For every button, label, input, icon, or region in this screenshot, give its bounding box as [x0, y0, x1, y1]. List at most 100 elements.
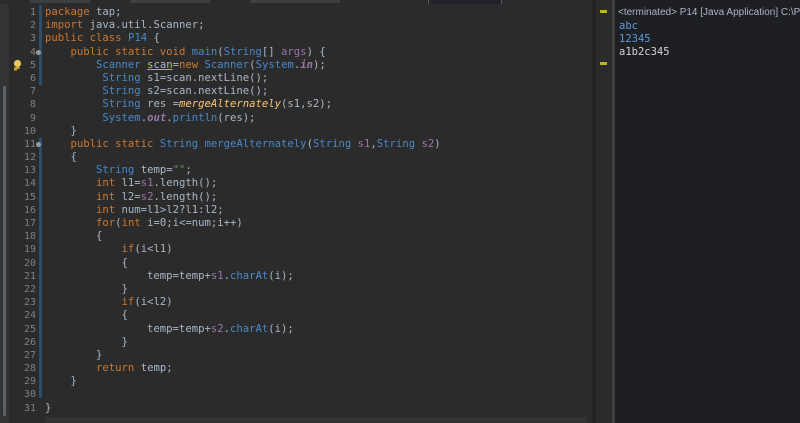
code-text[interactable]: public static String mergeAlternately(St…: [45, 138, 441, 151]
editor-tab[interactable]: [130, 0, 210, 3]
line-number: 4: [29, 46, 36, 58]
line-number: 28: [23, 363, 36, 375]
line-number: 9: [29, 112, 36, 124]
code-line[interactable]: 4 public static void main(String[] args)…: [0, 46, 592, 59]
code-line[interactable]: 14 int l1=s1.length();: [0, 177, 592, 190]
code-text[interactable]: if(i<l2): [45, 296, 173, 309]
code-line[interactable]: 27 }: [0, 349, 592, 362]
code-text[interactable]: public static void main(String[] args) {: [45, 46, 326, 59]
code-text[interactable]: }: [45, 375, 77, 388]
code-line[interactable]: 31}: [0, 402, 592, 415]
console-input-line: 12345: [619, 33, 651, 46]
code-line[interactable]: 24 {: [0, 309, 592, 322]
code-line[interactable]: 7 String s2=scan.nextLine();: [0, 85, 592, 98]
code-text[interactable]: Scanner scan=new Scanner(System.in);: [45, 59, 326, 72]
code-text[interactable]: return temp;: [45, 362, 173, 375]
code-line[interactable]: 9 System.out.println(res);: [0, 112, 592, 125]
line-number: 2: [29, 20, 36, 32]
code-text[interactable]: }: [45, 349, 102, 362]
editor-tab[interactable]: [30, 0, 90, 3]
code-text[interactable]: package tap;: [45, 6, 122, 19]
console-view[interactable]: <terminated> P14 [Java Application] C:\P…: [615, 0, 800, 423]
code-line[interactable]: 29 }: [0, 375, 592, 388]
code-text[interactable]: temp=temp+s2.charAt(i);: [45, 323, 294, 336]
code-line[interactable]: 3 public class P14 {: [0, 32, 592, 45]
code-text[interactable]: String s2=scan.nextLine();: [45, 85, 268, 98]
line-number: 29: [23, 376, 36, 388]
code-line[interactable]: 10 }: [0, 125, 592, 138]
code-text[interactable]: }: [45, 283, 128, 296]
line-number: 3: [29, 33, 36, 45]
code-line[interactable]: 30: [0, 388, 592, 401]
line-number: 25: [23, 323, 36, 335]
warning-lightbulb-icon[interactable]: [12, 59, 23, 71]
line-number: 6: [29, 72, 36, 84]
line-number: 1: [29, 7, 36, 18]
code-text[interactable]: {: [45, 151, 77, 164]
code-text[interactable]: temp=temp+s1.charAt(i);: [45, 270, 294, 283]
code-line[interactable]: 20 {: [0, 257, 592, 270]
line-number: 23: [23, 297, 36, 309]
code-line[interactable]: 26 }: [0, 336, 592, 349]
overview-ruler[interactable]: [596, 4, 612, 423]
code-line[interactable]: 17 for(int i=0;i<=num;i++): [0, 217, 592, 230]
line-number: 26: [23, 336, 36, 348]
code-text[interactable]: if(i<l1): [45, 243, 173, 256]
line-number: 10: [23, 125, 36, 137]
code-text[interactable]: }: [45, 402, 51, 415]
code-text[interactable]: System.out.println(res);: [45, 112, 255, 125]
code-line[interactable]: 2 import java.util.Scanner;: [0, 19, 592, 32]
line-number: 15: [23, 191, 36, 203]
code-line[interactable]: 15 int l2=s2.length();: [0, 191, 592, 204]
code-line[interactable]: 23 if(i<l2): [0, 296, 592, 309]
code-text[interactable]: }: [45, 336, 128, 349]
code-text[interactable]: int l1=s1.length();: [45, 177, 217, 190]
code-line[interactable]: 6 String s1=scan.nextLine();: [0, 72, 592, 85]
code-text[interactable]: {: [45, 309, 128, 322]
code-line[interactable]: 11 public static String mergeAlternately…: [0, 138, 592, 151]
code-text[interactable]: String temp="";: [45, 164, 192, 177]
code-lines[interactable]: 1 package tap; 2 import java.util.Scanner; 3…: [0, 6, 592, 415]
code-text[interactable]: public class P14 {: [45, 32, 160, 45]
code-text[interactable]: int l2=s2.length();: [45, 191, 217, 204]
warning-marker[interactable]: [600, 62, 607, 65]
line-number: 12: [23, 152, 36, 164]
warning-marker[interactable]: [600, 10, 607, 13]
line-number: 16: [23, 204, 36, 216]
line-number: 31: [23, 402, 36, 414]
code-editor[interactable]: 1 package tap; 2 import java.util.Scanner; 3…: [0, 4, 592, 423]
code-line[interactable]: 19 if(i<l1): [0, 243, 592, 256]
line-number: 17: [23, 218, 36, 229]
code-line[interactable]: 16 int num=l1>l2?l1:l2;: [0, 204, 592, 217]
line-number: 8: [29, 99, 36, 111]
code-text[interactable]: String res =mergeAlternately(s1,s2);: [45, 98, 332, 111]
code-text[interactable]: {: [45, 230, 102, 243]
code-text[interactable]: for(int i=0;i<=num;i++): [45, 217, 243, 230]
code-text[interactable]: String s1=scan.nextLine();: [45, 72, 268, 85]
editor-tab[interactable]: [250, 0, 340, 3]
line-number: 18: [23, 231, 36, 243]
fold-toggle-icon[interactable]: [36, 141, 41, 147]
code-line[interactable]: 22 }: [0, 283, 592, 296]
code-line[interactable]: 13 String temp="";: [0, 164, 592, 177]
console-output-line: a1b2c345: [619, 46, 670, 59]
code-line[interactable]: 1 package tap;: [0, 6, 592, 19]
code-text[interactable]: import java.util.Scanner;: [45, 19, 204, 32]
code-line[interactable]: 25 temp=temp+s2.charAt(i);: [0, 323, 592, 336]
code-line[interactable]: 8 String res =mergeAlternately(s1,s2);: [0, 98, 592, 111]
horizontal-scrollbar[interactable]: [45, 417, 587, 423]
line-number: 20: [23, 257, 36, 269]
code-text[interactable]: }: [45, 125, 77, 138]
console-output: abc 12345 a1b2c345: [619, 20, 670, 60]
code-line[interactable]: 5 Scanner scan=new Scanner(System.in);: [0, 59, 592, 72]
code-line[interactable]: 18 {: [0, 230, 592, 243]
code-text[interactable]: {: [45, 257, 128, 270]
line-number: 7: [29, 86, 36, 98]
line-number: 11: [23, 138, 36, 150]
code-line[interactable]: 21 temp=temp+s1.charAt(i);: [0, 270, 592, 283]
code-line[interactable]: 28 return temp;: [0, 362, 592, 375]
code-text[interactable]: int num=l1>l2?l1:l2;: [45, 204, 224, 217]
code-line[interactable]: 12 {: [0, 151, 592, 164]
line-number: 30: [23, 389, 36, 401]
fold-toggle-icon[interactable]: [36, 49, 41, 55]
